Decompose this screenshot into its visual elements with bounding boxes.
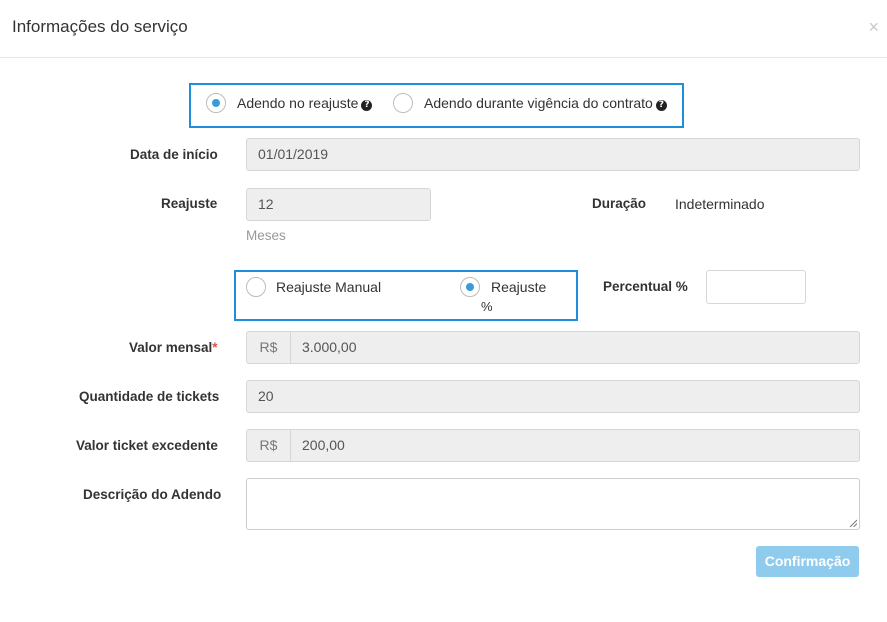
reajuste-mode-highlight bbox=[234, 270, 578, 321]
radio-adendo-no-reajuste[interactable] bbox=[206, 93, 226, 113]
valor-mensal-label-text: Valor mensal bbox=[129, 340, 213, 355]
radio-adendo-durante-vigencia[interactable] bbox=[393, 93, 413, 113]
valor-ticket-excedente-input[interactable]: 200,00 bbox=[290, 429, 860, 462]
percentual-label: Percentual % bbox=[603, 279, 688, 294]
valor-mensal-label: Valor mensal* bbox=[129, 340, 218, 355]
modal-title: Informações do serviço bbox=[12, 17, 188, 36]
quantidade-tickets-input[interactable]: 20 bbox=[246, 380, 860, 413]
reajuste-help-text: Meses bbox=[246, 228, 286, 243]
valor-mensal-input[interactable]: 3.000,00 bbox=[290, 331, 860, 364]
question-circle-icon[interactable]: ? bbox=[361, 100, 373, 111]
data-inicio-label: Data de início bbox=[130, 147, 218, 162]
radio-reajuste-percentual-label[interactable]: Reajuste bbox=[491, 279, 546, 295]
question-circle-icon[interactable]: ? bbox=[655, 100, 667, 111]
modal-header: Informações do serviço × bbox=[0, 0, 887, 58]
confirmacao-button[interactable]: Confirmação bbox=[756, 546, 859, 577]
required-mark: * bbox=[212, 340, 218, 355]
reajuste-input[interactable]: 12 bbox=[246, 188, 431, 221]
adendo-durante-vigencia-text: Adendo durante vigência do contrato bbox=[424, 95, 653, 111]
data-inicio-input[interactable]: 01/01/2019 bbox=[246, 138, 860, 171]
percentual-input[interactable] bbox=[706, 270, 806, 304]
adendo-no-reajuste-text: Adendo no reajuste bbox=[237, 95, 359, 111]
valor-mensal-currency-addon: R$ bbox=[246, 331, 290, 364]
radio-adendo-durante-vigencia-label[interactable]: Adendo durante vigência do contrato? bbox=[424, 95, 667, 111]
valor-ticket-currency-addon: R$ bbox=[246, 429, 290, 462]
radio-reajuste-manual[interactable] bbox=[246, 277, 266, 297]
valor-ticket-excedente-label: Valor ticket excedente bbox=[76, 438, 218, 453]
radio-adendo-no-reajuste-label[interactable]: Adendo no reajuste? bbox=[237, 95, 373, 111]
duracao-value: Indeterminado bbox=[675, 196, 765, 212]
descricao-adendo-textarea[interactable] bbox=[246, 478, 860, 530]
quantidade-tickets-label: Quantidade de tickets bbox=[79, 389, 220, 404]
resize-grip-icon[interactable] bbox=[849, 519, 857, 527]
radio-reajuste-manual-label[interactable]: Reajuste Manual bbox=[276, 279, 381, 295]
reajuste-label: Reajuste bbox=[161, 196, 218, 211]
radio-reajuste-percentual[interactable] bbox=[460, 277, 480, 297]
descricao-adendo-label: Descrição do Adendo bbox=[83, 487, 222, 502]
radio-reajuste-percentual-label-suffix[interactable]: % bbox=[481, 299, 493, 314]
duracao-label: Duração bbox=[592, 196, 647, 211]
close-icon[interactable]: × bbox=[868, 18, 879, 36]
